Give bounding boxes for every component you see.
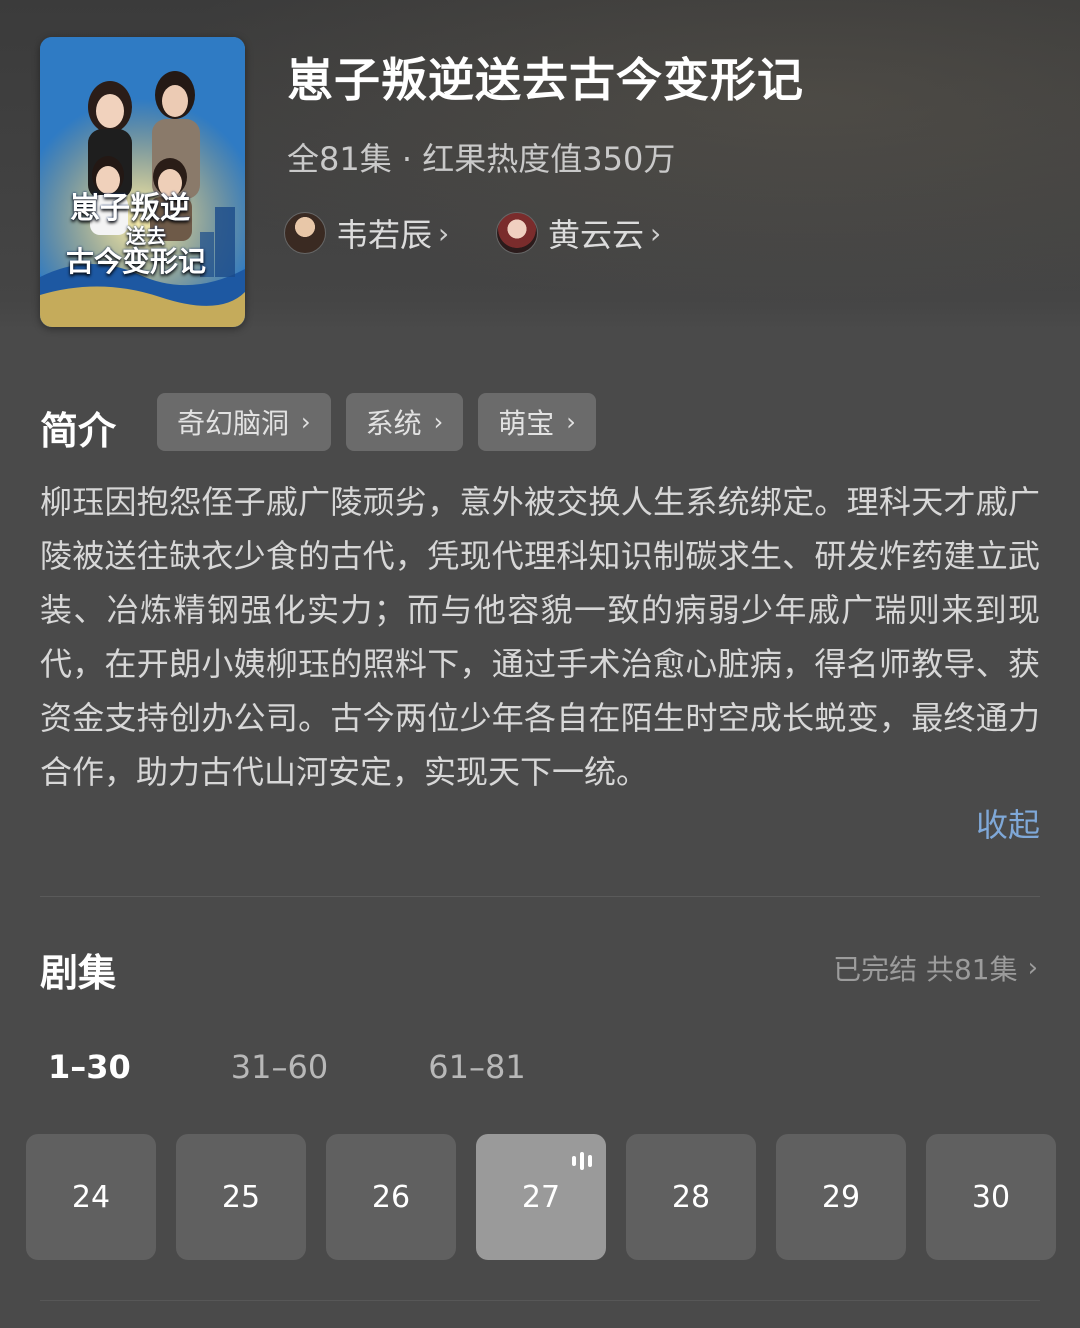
cast-member-1[interactable]: 韦若辰 › [284,210,449,256]
intro-heading: 简介 [40,409,117,453]
tag-label: 萌宝 [498,407,555,440]
tab-range-31-60[interactable]: 31–60 [231,1048,328,1086]
cast-name: 黄云云 [548,216,645,254]
section-divider [40,896,1040,897]
cast-name: 韦若辰 [336,216,433,254]
episode-number: 26 [371,1179,411,1215]
tag-cute-baby[interactable]: 萌宝 › [478,393,596,451]
episode-number: 24 [71,1179,111,1215]
episode-number: 25 [221,1179,261,1215]
tab-range-1-30[interactable]: 1–30 [48,1048,131,1086]
poster-title-line-1: 崽子叛逆 [70,191,190,226]
poster-title-line-3: 古今变形记 [66,245,207,278]
tag-label: 奇幻脑洞 [177,407,290,440]
episode-number: 27 [521,1179,561,1215]
synopsis-text: 柳珏因抱怨侄子戚广陵顽劣，意外被交换人生系统绑定。理科天才戚广陵被送往缺衣少食的… [40,483,1040,791]
avatar [284,212,326,254]
episode-button[interactable]: 29 [776,1134,906,1260]
poster-title-text: 崽子叛逆 送去 古今变形记 [66,191,230,278]
episode-grid: 24 25 26 27 28 29 30 [26,1134,1056,1260]
tag-list: 奇幻脑洞 › 系统 › 萌宝 › [157,393,596,451]
episode-number: 29 [821,1179,861,1215]
poster-title-line-2: 送去 [126,224,166,248]
episode-range-tabs: 1–30 31–60 61–81 [48,1048,626,1086]
tag-label: 系统 [365,407,422,440]
poster-art [40,37,245,327]
tag-system[interactable]: 系统 › [345,393,464,451]
cast-member-2[interactable]: 黄云云 › [496,210,661,256]
episodes-status-text: 已完结 共81集 [833,953,1018,986]
chevron-right-icon: › [1027,953,1038,983]
poster-image[interactable]: 崽子叛逆 送去 古今变形记 [40,37,245,327]
drama-meta: 全81集 · 红果热度值350万 [287,140,676,178]
episode-button[interactable]: 28 [626,1134,756,1260]
chevron-right-icon: › [650,216,662,250]
chevron-right-icon: › [301,408,311,436]
tab-range-61-81[interactable]: 61–81 [428,1048,525,1086]
episode-number: 28 [671,1179,711,1215]
bottom-divider [40,1300,1040,1301]
episode-button[interactable]: 25 [176,1134,306,1260]
episode-button[interactable]: 30 [926,1134,1056,1260]
episode-button-current[interactable]: 27 [476,1134,606,1260]
episodes-status-link[interactable]: 已完结 共81集 › [833,948,1038,988]
episode-button[interactable]: 24 [26,1134,156,1260]
episodes-heading: 剧集 [40,951,117,995]
tag-fantasy[interactable]: 奇幻脑洞 › [157,393,331,451]
episode-button[interactable]: 26 [326,1134,456,1260]
avatar [496,212,538,254]
drama-title: 崽子叛逆送去古今变形记 [287,53,804,107]
playing-bars-icon [572,1152,592,1170]
chevron-right-icon: › [433,408,444,436]
episode-number: 30 [971,1179,1011,1215]
chevron-right-icon: › [566,408,576,436]
collapse-link[interactable]: 收起 [976,800,1040,846]
chevron-right-icon: › [438,216,450,250]
